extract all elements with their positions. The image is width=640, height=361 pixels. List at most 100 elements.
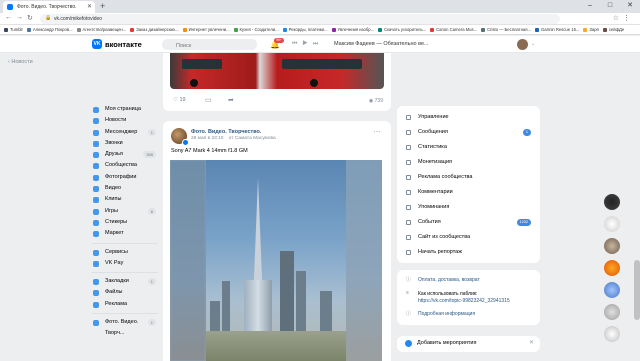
browser-tab[interactable]: Фото. Видео. Творчество. ✕ [3,1,95,13]
comment-icon[interactable]: ▭ [205,96,212,104]
bookmark-item[interactable]: Canon Camera Mus... [430,25,477,34]
admin-menu-item[interactable]: Сообщения 1 [397,125,540,140]
admin-menu-icon [406,235,411,240]
chat-avatar[interactable] [604,282,620,298]
bus-window [182,59,222,69]
more-info-link[interactable]: Подробная информация [418,311,475,317]
new-tab-icon[interactable]: + [100,1,105,11]
sidebar-item-label: Сервисы [105,248,128,255]
forward-arrow-icon[interactable]: → [16,14,23,21]
community-avatar[interactable] [171,128,189,146]
admin-menu-item[interactable]: Сайт из сообщества [397,230,540,245]
user-avatar[interactable] [517,39,528,50]
bookmark-item[interactable]: Александр Покров... [26,25,73,34]
payment-link[interactable]: Оплата, доставка, возврат [418,277,480,283]
bookmark-item[interactable]: Cristo — Бесплатная... [481,25,531,34]
post-from[interactable]: от Самата Масумова [229,136,276,141]
sidebar-item[interactable]: Закладки 1 [92,276,158,287]
browser-actions[interactable]: ☆⋮ [613,14,634,22]
url-field[interactable]: 🔒 vk.com/mikefotovideo [40,14,560,24]
chat-avatar[interactable] [604,260,620,276]
bookmark-item[interactable]: Кухня - Создатели... [233,25,279,34]
sidebar-item[interactable]: Моя страница [92,104,158,115]
sidebar-item[interactable]: Реклама [92,299,158,310]
bookmark-item[interactable]: Заказ дизайнерских... [130,25,179,34]
vk-logo-icon: VK [92,39,102,49]
chat-avatar[interactable] [604,216,620,232]
bookmark-item[interactable]: Заря [583,25,599,34]
sidebar-item[interactable]: Друзья 395 [92,149,158,160]
admin-menu-item[interactable]: События 1232 [397,215,540,230]
sidebar-divider [92,242,158,244]
reload-icon[interactable]: ↻ [27,14,33,22]
back-arrow-icon[interactable]: ← [5,14,12,21]
sidebar-item[interactable]: Маркет [92,228,158,239]
sidebar-item[interactable]: Видео [92,183,158,194]
close-tab-icon[interactable]: ✕ [87,3,92,10]
sidebar-item[interactable]: Мессенджер 1 [92,127,158,138]
bookmark-label: Увлечения изобр... [337,27,375,32]
vk-logo[interactable]: VK вконтакте [92,39,142,49]
bookmark-item[interactable]: Агентство/размещен... [76,25,126,34]
sidebar-item[interactable]: Клипы [92,194,158,205]
admin-menu-item[interactable]: Комментарии [397,185,540,200]
post-photo[interactable] [170,53,384,89]
admin-menu-label: Статистика [418,144,447,150]
community-info: ⓘ Оплата, доставка, возврат ≡ Как исполь… [397,270,540,325]
details-icon: ⓘ [406,311,412,317]
chat-avatar[interactable] [604,194,620,210]
sidebar-item[interactable]: Сервисы [92,247,158,258]
bus-window [282,59,362,69]
chat-avatar[interactable] [604,238,620,254]
sidebar-item[interactable]: Новости [92,115,158,126]
sidebar-item[interactable]: Стикеры [92,217,158,228]
admin-menu-item[interactable]: Управление [397,110,540,125]
sidebar-item[interactable]: Звонки [92,138,158,149]
post-time[interactable]: 28 мая в 23:10 [191,136,223,141]
close-window-icon[interactable]: ✕ [620,0,640,13]
address-bar: ← → ↻ 🔒 vk.com/mikefotovideo ☆⋮ [0,13,640,25]
chat-avatar[interactable] [604,326,620,342]
admin-menu-item[interactable]: Реклама сообщества [397,170,540,185]
maximize-icon[interactable]: □ [600,0,620,13]
share-icon[interactable]: ➦ [228,96,234,104]
bookmark-item[interactable]: Скачать ускоритель... [378,25,426,34]
back-to-news-link[interactable]: ‹ Новости [8,59,33,65]
howto-link[interactable]: https://vk.com/topic-99823242_32941315 [418,298,510,304]
bookmark-favicon-icon [282,27,287,32]
admin-menu-item[interactable]: Статистика [397,140,540,155]
minimize-icon[interactable]: – [580,0,600,13]
sidebar-item[interactable]: Сообщества [92,160,158,171]
bookmark-item[interactable]: Garmin Rescue 15... [534,25,579,34]
sidebar-divider [92,272,158,274]
admin-menu-item[interactable]: Упоминания [397,200,540,215]
sidebar-item-label: Закладки [105,278,129,285]
now-playing-track[interactable]: Максим Фадеев — Обязательно ве... [334,41,429,47]
search-input[interactable] [162,39,257,50]
chevron-down-icon[interactable]: ⌄ [531,41,535,47]
close-icon[interactable]: ✕ [529,339,534,346]
post-photo[interactable] [170,160,382,361]
notification-badge: 99+ [274,38,284,43]
scrollbar-thumb[interactable] [634,260,640,320]
add-event-banner[interactable]: Добавить мероприятия ✕ [397,336,540,352]
admin-menu-label: Комментарии [418,189,453,195]
sidebar-item[interactable]: VK Pay [92,258,158,269]
sidebar-item[interactable]: Игры 6 [92,206,158,217]
bookmark-item[interactable]: Увлечения изобр... [331,25,375,34]
like-button[interactable]: ♡ 19 [173,97,186,103]
sidebar-item[interactable]: Фото. Видео. Творч... 1 [92,317,158,336]
sidebar-item-icon [93,231,99,238]
more-options-icon[interactable]: ⋯ [373,127,381,136]
bookmark-item[interactable]: Рекорды, платежи... [282,25,328,34]
admin-menu-item[interactable]: Начать репортаж [397,245,540,260]
admin-menu-item[interactable]: Монетизация [397,155,540,170]
player-controls[interactable]: ⏮▶⏭ [292,41,323,48]
bookmark-item[interactable]: Интернет увлечени... [182,25,230,34]
bookmark-item[interactable]: Tumblr [4,25,23,34]
sidebar-item[interactable]: Фотографии [92,172,158,183]
bookmark-item[interactable]: сейфДе [602,25,624,34]
chat-avatar[interactable] [604,304,620,320]
sidebar-item[interactable]: Файлы [92,287,158,298]
post-author[interactable]: Фото. Видео. Творчество. [191,129,261,135]
